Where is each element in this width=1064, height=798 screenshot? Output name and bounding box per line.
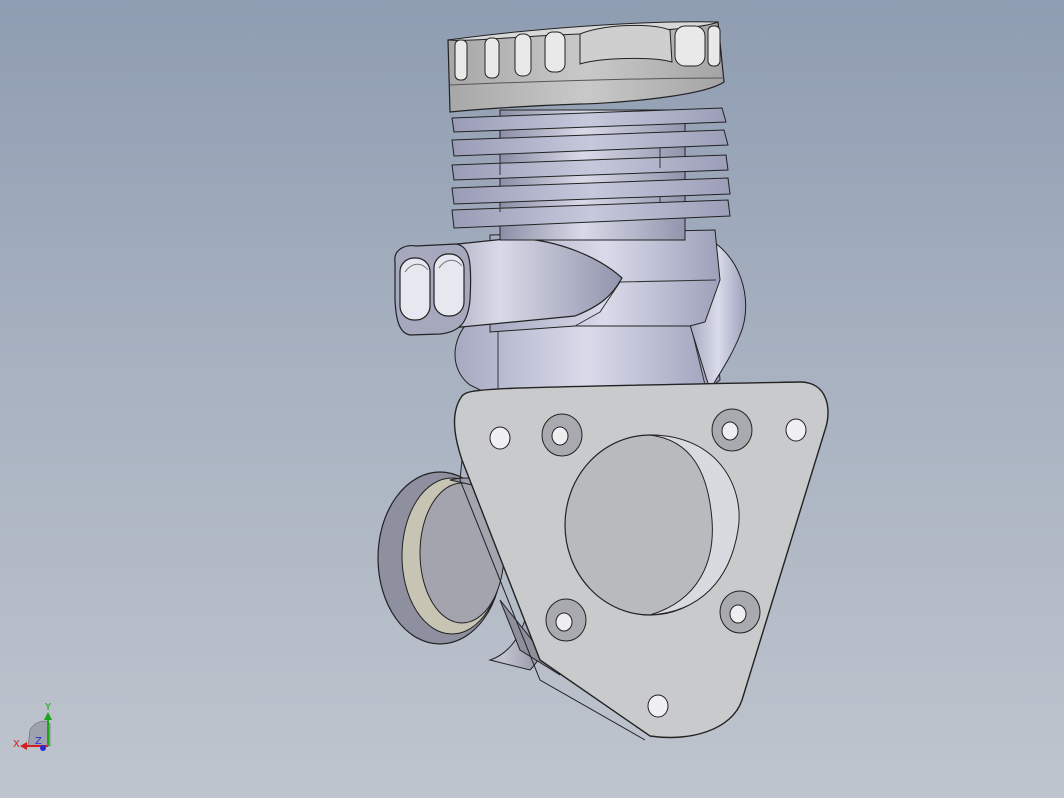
model-view-canvas[interactable]: X Y Z [0, 0, 1064, 798]
triad-z-label: Z [35, 736, 42, 747]
reference-triad[interactable]: X Y Z [13, 702, 52, 751]
cooling-fins[interactable] [451, 107, 731, 229]
triad-x-arrowhead [20, 742, 27, 750]
graphics-viewport[interactable]: X Y Z [0, 0, 1064, 798]
cylinder-head[interactable] [447, 21, 725, 113]
mounting-flange[interactable] [453, 381, 829, 741]
triad-y-label: Y [44, 702, 52, 713]
triad-y-arrowhead [44, 712, 52, 720]
triad-x-label: X [13, 739, 20, 750]
